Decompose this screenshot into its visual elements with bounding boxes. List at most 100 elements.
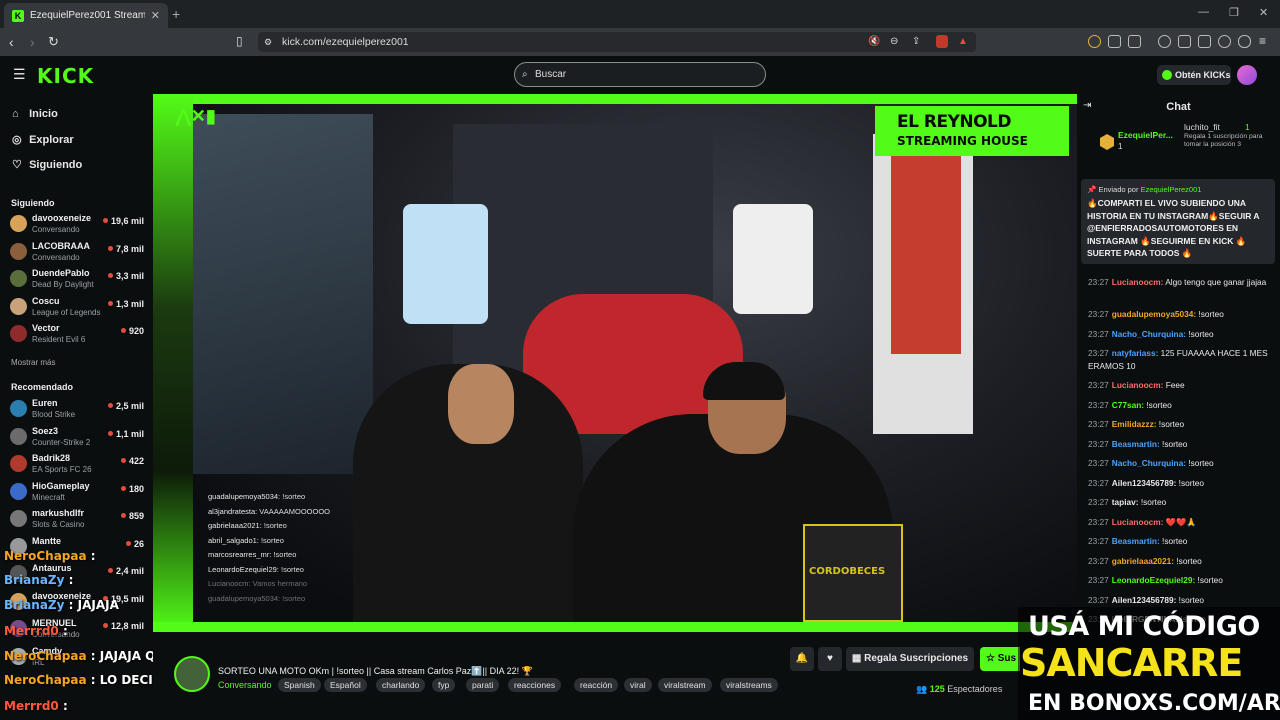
stream-tag[interactable]: Español [324,678,367,692]
chat-username[interactable]: Ailen123456789: [1112,595,1177,605]
site-info-icon[interactable]: ⚙ [264,32,272,52]
forward-icon[interactable]: › [30,34,35,50]
chat-username[interactable]: Lucianoocm: [1112,517,1164,527]
get-kicks-button[interactable]: Obtén KICKs [1157,65,1231,85]
chat-username[interactable]: gabrielaaa2021: [1112,556,1174,566]
video-green-frame-left [153,94,193,632]
nav-home[interactable]: ⌂ Inicio [12,108,58,120]
show-more-link[interactable]: Mostrar más [11,358,55,367]
sidebar-channel-davooxeneize[interactable]: davooxeneize Conversando 19,6 mil [10,211,148,237]
stream-tag[interactable]: viral [624,678,652,692]
share-icon[interactable]: ⇪ [912,32,920,52]
sidebar-channel-markushdlfr[interactable]: markushdlfr Slots & Casino 859 [10,506,148,532]
channel-name: Antaurus [32,563,72,573]
sidebar-channel-badrik28[interactable]: Badrik28 EA Sports FC 26 422 [10,451,148,477]
sidebar-channel-vector[interactable]: Vector Resident Evil 6 920 [10,321,148,347]
alert-icon[interactable]: ▲ [958,32,968,52]
stream-category[interactable]: Conversando [218,680,272,690]
bookmark-icon[interactable]: ▯ [236,34,243,48]
nav-explore[interactable]: ◎ Explorar [12,133,74,146]
chat-username[interactable]: LeonardoEzequiel29: [1112,575,1195,585]
wallet-icon[interactable] [1198,35,1211,48]
chat-username[interactable]: Emilidazzz: [1112,419,1157,429]
screenshot-icon[interactable] [1128,35,1141,48]
tab-title: EzequielPerez001 Stream - W [30,10,145,21]
vpn-icon[interactable] [1238,35,1251,48]
sidebar-channel-hiogameplay[interactable]: HioGameplay Minecraft 180 [10,479,148,505]
chat-username[interactable]: Lucianoocm: [1112,277,1164,287]
sidebar-channel-soez3[interactable]: Soez3 Counter-Strike 2 1,1 mil [10,424,148,450]
sidebar-channel-euren[interactable]: Euren Blood Strike 2,5 mil [10,396,148,422]
sidebar-channel-coscu[interactable]: Coscu League of Legends 1,3 mil [10,294,148,320]
restore-icon[interactable]: ❐ [1229,6,1239,19]
chat-username[interactable]: guadalupemoya5034: [1112,309,1196,319]
chat-username[interactable]: natyfariass: [1112,348,1159,358]
music-icon[interactable] [1158,35,1171,48]
user-avatar[interactable] [1237,65,1257,85]
sidebar-channel-lacobraaa[interactable]: LACOBRAAA Conversando 7,8 mil [10,239,148,265]
stream-tag[interactable]: fyp [432,678,456,692]
minimize-icon[interactable]: — [1198,6,1209,18]
chat-username[interactable]: tapiav: [1112,497,1139,507]
mute-tab-icon[interactable]: 🔇 [868,32,880,52]
chat-text: !sorteo [1140,497,1167,507]
overlay-chat-user: guadalupemoya5034: [208,593,281,603]
notification-bell-button[interactable]: 🔔 [790,647,814,671]
overlay-chat-line: al3jandratesta: VAAAAAMOOOOOO [208,507,408,522]
kick-logo[interactable]: KICK [37,64,94,88]
stream-tag[interactable]: viralstream [658,678,712,692]
zoom-icon[interactable]: ⊖ [890,32,898,52]
stream-tag[interactable]: viralstreams [720,678,778,692]
channel-category: EA Sports FC 26 [32,465,92,474]
url-field[interactable]: ⚙ kick.com/ezequielperez001 🔇 ⊖ ⇪ ▲ [258,32,976,52]
channel-category: League of Legends [32,307,101,317]
chat-username[interactable]: Lucianoocm: [1112,380,1164,390]
streamer-avatar[interactable] [174,656,210,692]
hamburger-menu-icon[interactable]: ☰ [13,66,26,83]
heart-icon: ♥ [827,653,833,664]
nav-following[interactable]: ♡ Siguiendo [12,158,82,171]
overlay-chat-msg: !sorteo [282,492,306,501]
subscribe-button[interactable]: ☆ Sus [980,647,1020,671]
pinned-user[interactable]: EzequielPerez001 [1141,185,1202,194]
search-placeholder: Buscar [535,69,567,80]
shield-ext-icon[interactable] [936,35,948,48]
search-input[interactable]: ⌕ Buscar [514,62,766,87]
chat-username[interactable]: Nacho_Churquina: [1112,458,1186,468]
stream-tag[interactable]: charlando [376,678,426,692]
video-player[interactable]: CORDOBECES ⋀✕▮ EL REYNOLD STREAMING HOUS… [153,94,1077,632]
stream-tag[interactable]: parati [466,678,500,692]
stream-tag[interactable]: reacciones [508,678,562,692]
browser-tab[interactable]: K EzequielPerez001 Stream - W ✕ [4,3,168,28]
chat-timestamp: 23:27 [1088,438,1109,449]
close-window-icon[interactable]: ✕ [1259,6,1268,19]
menu-icon[interactable]: ≡ [1259,34,1266,48]
reload-icon[interactable]: ↻ [48,34,59,50]
gift-top-user[interactable]: EzequielPer... [1118,130,1173,140]
chat-username[interactable]: Beasmartin: [1112,536,1160,546]
chat-username[interactable]: C77san: [1112,400,1144,410]
collapse-chat-icon[interactable]: ⇥ [1083,100,1091,111]
gift-leaderboard: EzequielPer... 1 luchito_fit 1 Regala 1 … [1078,120,1280,164]
chat-username[interactable]: Beasmartin: [1112,439,1160,449]
stream-tag[interactable]: reacción [574,678,619,692]
gift-subs-button[interactable]: ▦ Regala Suscripciones [846,647,974,671]
chat-timestamp: 23:27 [1088,419,1109,429]
channel-avatar [10,215,27,232]
follow-heart-button[interactable]: ♥ [818,647,842,671]
big-overlay-chat-user: Merrrd0 [4,699,59,713]
stream-tag[interactable]: Spanish [278,678,321,692]
close-tab-icon[interactable]: ✕ [151,9,160,22]
chat-username[interactable]: Nacho_Churquina: [1112,329,1186,339]
channel-viewers: 2,4 mil [108,566,144,576]
chat-message: 23:27 Emilidazzz: !sorteo [1088,418,1274,431]
back-icon[interactable]: ‹ [9,34,14,50]
sidebar-icon[interactable] [1178,35,1191,48]
sidebar-channel-duendepablo[interactable]: DuendePablo Dead By Daylight 3,3 mil [10,266,148,292]
chat-username[interactable]: Ailen123456789: [1112,478,1177,488]
puzzle-icon[interactable] [1108,35,1121,48]
ai-icon[interactable] [1218,35,1231,48]
extension-icon[interactable] [1088,35,1101,48]
new-tab-icon[interactable]: + [172,6,180,22]
gift-second-user[interactable]: luchito_fit [1184,122,1220,132]
